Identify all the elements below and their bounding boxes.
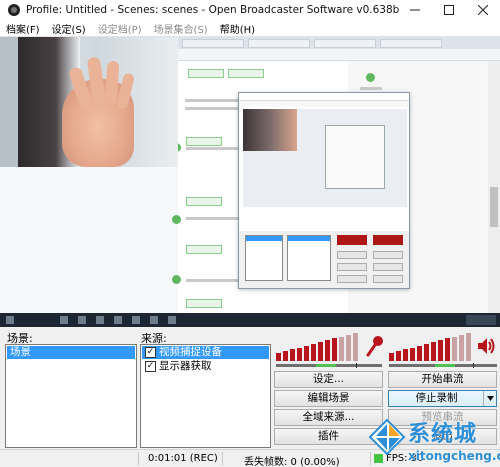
- scenes-list[interactable]: 场景: [5, 344, 137, 448]
- browser-tab-strip: [178, 37, 500, 49]
- meter-bar: [459, 334, 464, 361]
- start-streaming-button[interactable]: 开始串流: [388, 371, 497, 388]
- menu-bar: 档案(F) 设定(S) 设定档(P) 场景集合(S) 帮助(H): [0, 20, 500, 37]
- meter-bar: [318, 342, 323, 361]
- menu-profiles[interactable]: 设定档(P): [98, 21, 142, 36]
- windows-taskbar: [0, 313, 500, 327]
- desktop-volume-slider[interactable]: [389, 363, 497, 368]
- source-item-video-capture[interactable]: ✓ 视频捕捉设备: [142, 346, 269, 359]
- meter-bar: [417, 345, 422, 361]
- dropped-frames: 丢失帧数: 0 (0.00%): [244, 457, 340, 467]
- meter-bar: [297, 347, 302, 361]
- meter-bar: [466, 333, 471, 361]
- scrollbar-thumb: [490, 187, 498, 227]
- meter-bar: [276, 353, 281, 361]
- sources-list[interactable]: ✓ 视频捕捉设备 ✓ 显示器获取: [140, 344, 271, 448]
- source-item-label: 显示器获取: [159, 360, 212, 372]
- close-icon[interactable]: [466, 0, 500, 20]
- watermark: 系统城 xitongcheng.com: [368, 412, 500, 467]
- menu-file[interactable]: 档案(F): [6, 21, 40, 36]
- watermark-logo-icon: [368, 418, 406, 456]
- video-capture-image: [0, 37, 178, 167]
- meter-bar: [283, 351, 288, 361]
- stop-recording-label: 停止录制: [415, 392, 458, 404]
- stop-recording-button[interactable]: 停止录制: [388, 390, 497, 407]
- meter-bar: [445, 338, 450, 361]
- meter-bar: [389, 353, 394, 361]
- source-checkbox[interactable]: ✓: [145, 347, 156, 358]
- meter-bar: [452, 336, 457, 361]
- maximize-icon[interactable]: [432, 0, 466, 20]
- scene-item[interactable]: 场景: [7, 346, 135, 359]
- stream-time: 0:01:01 (REC): [148, 453, 218, 464]
- settings-button[interactable]: 设定...: [274, 371, 383, 388]
- desktop-volume-meter: [389, 333, 475, 361]
- preview-area[interactable]: [0, 37, 500, 327]
- menu-help[interactable]: 帮助(H): [220, 21, 255, 36]
- source-item-display-capture[interactable]: ✓ 显示器获取: [142, 360, 269, 373]
- edit-scene-button[interactable]: 编辑场景: [274, 390, 383, 407]
- meter-bar: [403, 349, 408, 361]
- plugins-button[interactable]: 插件: [274, 428, 383, 445]
- meter-bar: [290, 349, 295, 361]
- watermark-text: 系统城: [408, 422, 478, 447]
- meter-bar: [424, 343, 429, 361]
- title-bar: Profile: Untitled - Scenes: scenes - Ope…: [0, 0, 500, 20]
- meter-bar: [438, 340, 443, 361]
- browser-address-bar: [178, 49, 500, 61]
- meter-bar: [353, 333, 358, 361]
- window-title: Profile: Untitled - Scenes: scenes - Ope…: [26, 4, 400, 16]
- meter-bar: [332, 338, 337, 361]
- global-sources-button[interactable]: 全域来源...: [274, 409, 383, 426]
- menu-settings[interactable]: 设定(S): [52, 21, 86, 36]
- meter-bar: [396, 351, 401, 361]
- microphone-icon[interactable]: [364, 335, 384, 357]
- window-controls: [398, 0, 500, 20]
- source-item-label: 视频捕捉设备: [159, 346, 222, 358]
- minimize-icon[interactable]: [398, 0, 432, 20]
- meter-bar: [410, 347, 415, 361]
- chevron-down-icon[interactable]: [483, 391, 496, 406]
- meter-bar: [346, 334, 351, 361]
- meter-bar: [311, 343, 316, 361]
- mic-volume-slider[interactable]: [276, 363, 382, 368]
- menu-scene-collections[interactable]: 场景集合(S): [154, 21, 208, 36]
- source-checkbox[interactable]: ✓: [145, 361, 156, 372]
- nested-obs-window: [238, 92, 410, 289]
- speaker-icon[interactable]: [476, 335, 496, 357]
- meter-bar: [339, 336, 344, 361]
- mic-volume-meter: [276, 333, 362, 361]
- meter-bar: [304, 345, 309, 361]
- obs-logo-icon: [8, 4, 20, 16]
- meter-bar: [325, 340, 330, 361]
- watermark-url: xitongcheng.com: [408, 449, 500, 463]
- meter-bar: [431, 342, 436, 361]
